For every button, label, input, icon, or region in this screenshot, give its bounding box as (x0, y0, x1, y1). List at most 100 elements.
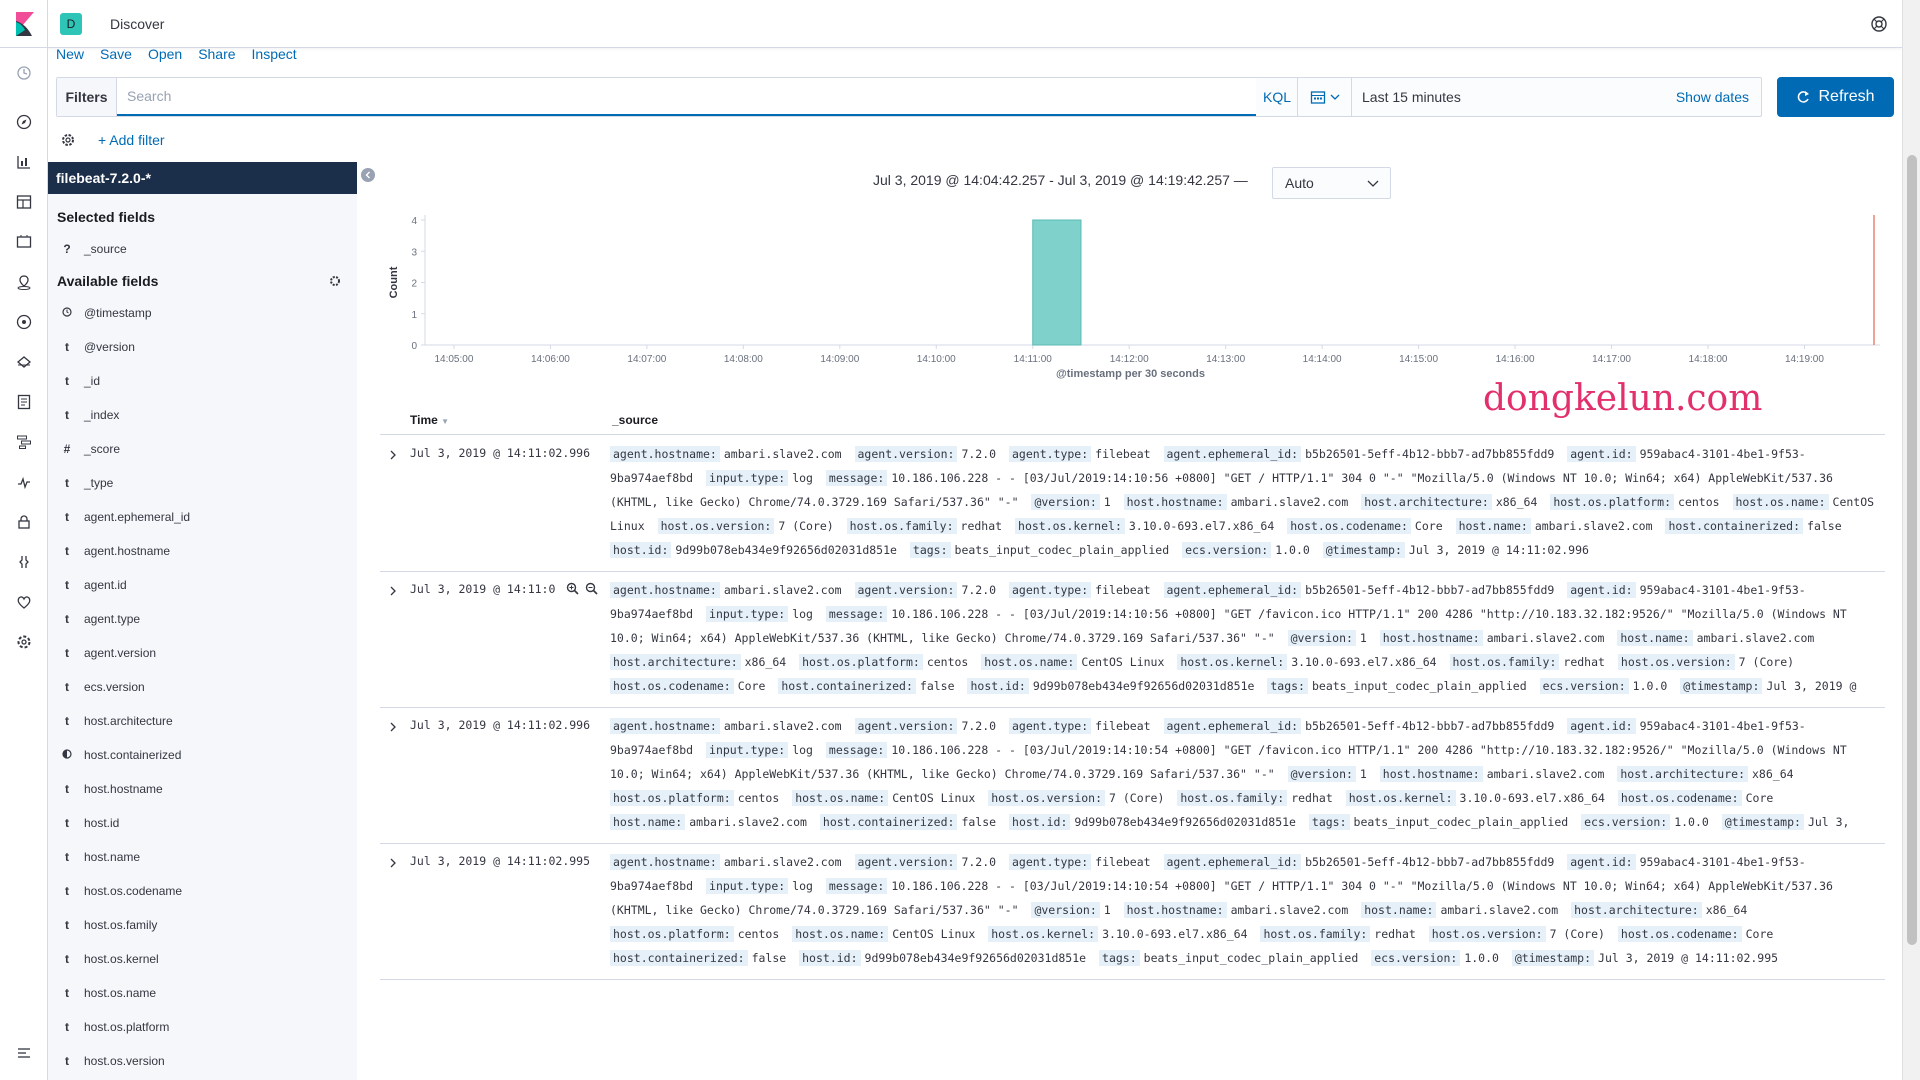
histogram-svg[interactable]: 0 1 2 3 4 14:05:00 14:06:00 14:07:00 14:08:00 14:… (380, 205, 1890, 380)
field-item[interactable]: t agent.type (48, 602, 357, 636)
uptime-icon[interactable] (14, 472, 34, 492)
field-item[interactable]: t ecs.version (48, 670, 357, 704)
source-field-value: redhat (960, 519, 1003, 533)
field-item[interactable]: t _id (48, 364, 357, 398)
field-item[interactable]: t host.os.platform (48, 1010, 357, 1044)
zoom-out-icon[interactable] (585, 582, 598, 600)
expand-row-icon[interactable] (387, 720, 399, 732)
source-field-key: host.name: (610, 814, 686, 830)
date-range-label[interactable]: Last 15 minutes (1362, 89, 1676, 105)
inspect-link[interactable]: Inspect (252, 46, 297, 62)
field-item[interactable]: t _index (48, 398, 357, 432)
space-avatar[interactable]: D (60, 12, 82, 35)
collapse-sidebar-button[interactable] (361, 168, 375, 182)
discover-icon[interactable] (14, 112, 34, 132)
source-field-value: 1.0.0 (1632, 679, 1668, 693)
source-field-key: agent.hostname: (610, 582, 720, 598)
field-item[interactable]: t _type (48, 466, 357, 500)
collapse-nav-icon[interactable] (14, 1043, 34, 1063)
expand-row-icon[interactable] (387, 448, 399, 460)
field-item[interactable]: t host.os.name (48, 976, 357, 1010)
kibana-logo[interactable] (0, 0, 48, 48)
x-tick-label: 14:08:00 (724, 354, 763, 365)
field-item[interactable]: t @version (48, 330, 357, 364)
field-item[interactable]: t agent.hostname (48, 534, 357, 568)
source-field-key: tags: (1308, 814, 1350, 830)
source-field-key: host.os.platform: (610, 790, 734, 806)
table-row[interactable]: Jul 3, 2019 @ 14:11:0 agent.hostname: amba… (380, 572, 1885, 708)
scrollbar-thumb[interactable] (1907, 155, 1917, 945)
dev-tools-icon[interactable] (14, 552, 34, 572)
field-name: agent.type (84, 612, 141, 626)
expand-row-icon[interactable] (387, 584, 399, 596)
field-item[interactable]: t agent.version (48, 636, 357, 670)
save-link[interactable]: Save (100, 46, 132, 62)
field-type-icon: t (65, 680, 69, 694)
monitoring-icon[interactable] (14, 592, 34, 612)
recently-viewed-icon[interactable] (14, 63, 34, 83)
field-item[interactable]: t host.os.codename (48, 874, 357, 908)
quick-menu-button[interactable] (1298, 78, 1352, 116)
page-scrollbar[interactable] (1902, 0, 1920, 1080)
kql-toggle[interactable]: KQL (1256, 89, 1298, 105)
filters-button[interactable]: Filters (57, 78, 117, 116)
table-row[interactable]: Jul 3, 2019 @ 14:11:02.995 agent.hostname… (380, 844, 1885, 980)
source-field-key: host.os.family: (1449, 654, 1560, 670)
field-name: _type (84, 476, 114, 490)
infrastructure-icon[interactable] (14, 352, 34, 372)
y-tick-label: 4 (411, 216, 417, 227)
field-item[interactable]: t host.architecture (48, 704, 357, 738)
source-field-value: 7 (Core) (1738, 655, 1795, 669)
field-item[interactable]: t agent.id (48, 568, 357, 602)
share-link[interactable]: Share (198, 46, 235, 62)
field-name: _id (84, 374, 101, 388)
field-type-icon: t (65, 918, 69, 932)
field-item[interactable]: t host.os.family (48, 908, 357, 942)
refresh-button[interactable]: Refresh (1777, 77, 1894, 117)
open-link[interactable]: Open (148, 46, 182, 62)
table-row[interactable]: Jul 3, 2019 @ 14:11:02.996 agent.hostname… (380, 436, 1885, 572)
field-item[interactable]: # _score (48, 432, 357, 466)
source-field-value: ambari.slave2.com (1486, 631, 1605, 645)
source-field-key: host.containerized: (778, 678, 916, 694)
interval-select[interactable]: Auto (1272, 167, 1391, 199)
field-item[interactable]: t host.id (48, 806, 357, 840)
source-field-value: ambari.slave2.com (1440, 903, 1559, 917)
logs-icon[interactable] (14, 392, 34, 412)
maps-icon[interactable] (14, 272, 34, 292)
canvas-icon[interactable] (14, 232, 34, 252)
time-column-header[interactable]: Time ▼ (410, 413, 449, 427)
field-item[interactable]: t agent.ephemeral_id (48, 500, 357, 534)
management-icon[interactable] (14, 632, 34, 652)
index-pattern-selector[interactable]: filebeat-7.2.0-* (48, 162, 357, 194)
source-field-value: 7 (Core) (778, 519, 834, 533)
machine-learning-icon[interactable] (14, 312, 34, 332)
apm-icon[interactable] (14, 432, 34, 452)
source-field-value: redhat (1563, 655, 1605, 669)
source-field-key: host.os.platform: (610, 926, 734, 942)
zoom-in-icon[interactable] (566, 582, 579, 600)
top-header: D Discover (0, 0, 1902, 48)
source-field-value: 9d99b078eb434e9f92656d02031d851e (675, 543, 897, 557)
sort-icon[interactable]: ▼ (441, 417, 449, 426)
field-item[interactable]: t host.os.version (48, 1044, 357, 1078)
new-link[interactable]: New (56, 46, 84, 62)
show-dates-link[interactable]: Show dates (1676, 89, 1749, 105)
table-row[interactable]: Jul 3, 2019 @ 14:11:02.996 agent.hostname… (380, 708, 1885, 844)
dashboard-icon[interactable] (14, 192, 34, 212)
field-settings-gear-icon[interactable] (329, 275, 341, 287)
help-button[interactable] (1868, 13, 1890, 35)
field-item[interactable]: t host.hostname (48, 772, 357, 806)
visualize-icon[interactable] (14, 152, 34, 172)
siem-icon[interactable] (14, 512, 34, 532)
add-filter-button[interactable]: + Add filter (98, 132, 165, 148)
field-item[interactable]: ? _source (48, 232, 357, 266)
search-input[interactable] (117, 78, 1256, 116)
field-item[interactable]: host.containerized (48, 738, 357, 772)
expand-row-icon[interactable] (387, 856, 399, 868)
filter-settings-gear-icon[interactable] (60, 132, 76, 148)
field-item[interactable]: t host.os.kernel (48, 942, 357, 976)
field-item[interactable]: @timestamp (48, 296, 357, 330)
source-field-key: tags: (1267, 678, 1308, 694)
field-item[interactable]: t host.name (48, 840, 357, 874)
